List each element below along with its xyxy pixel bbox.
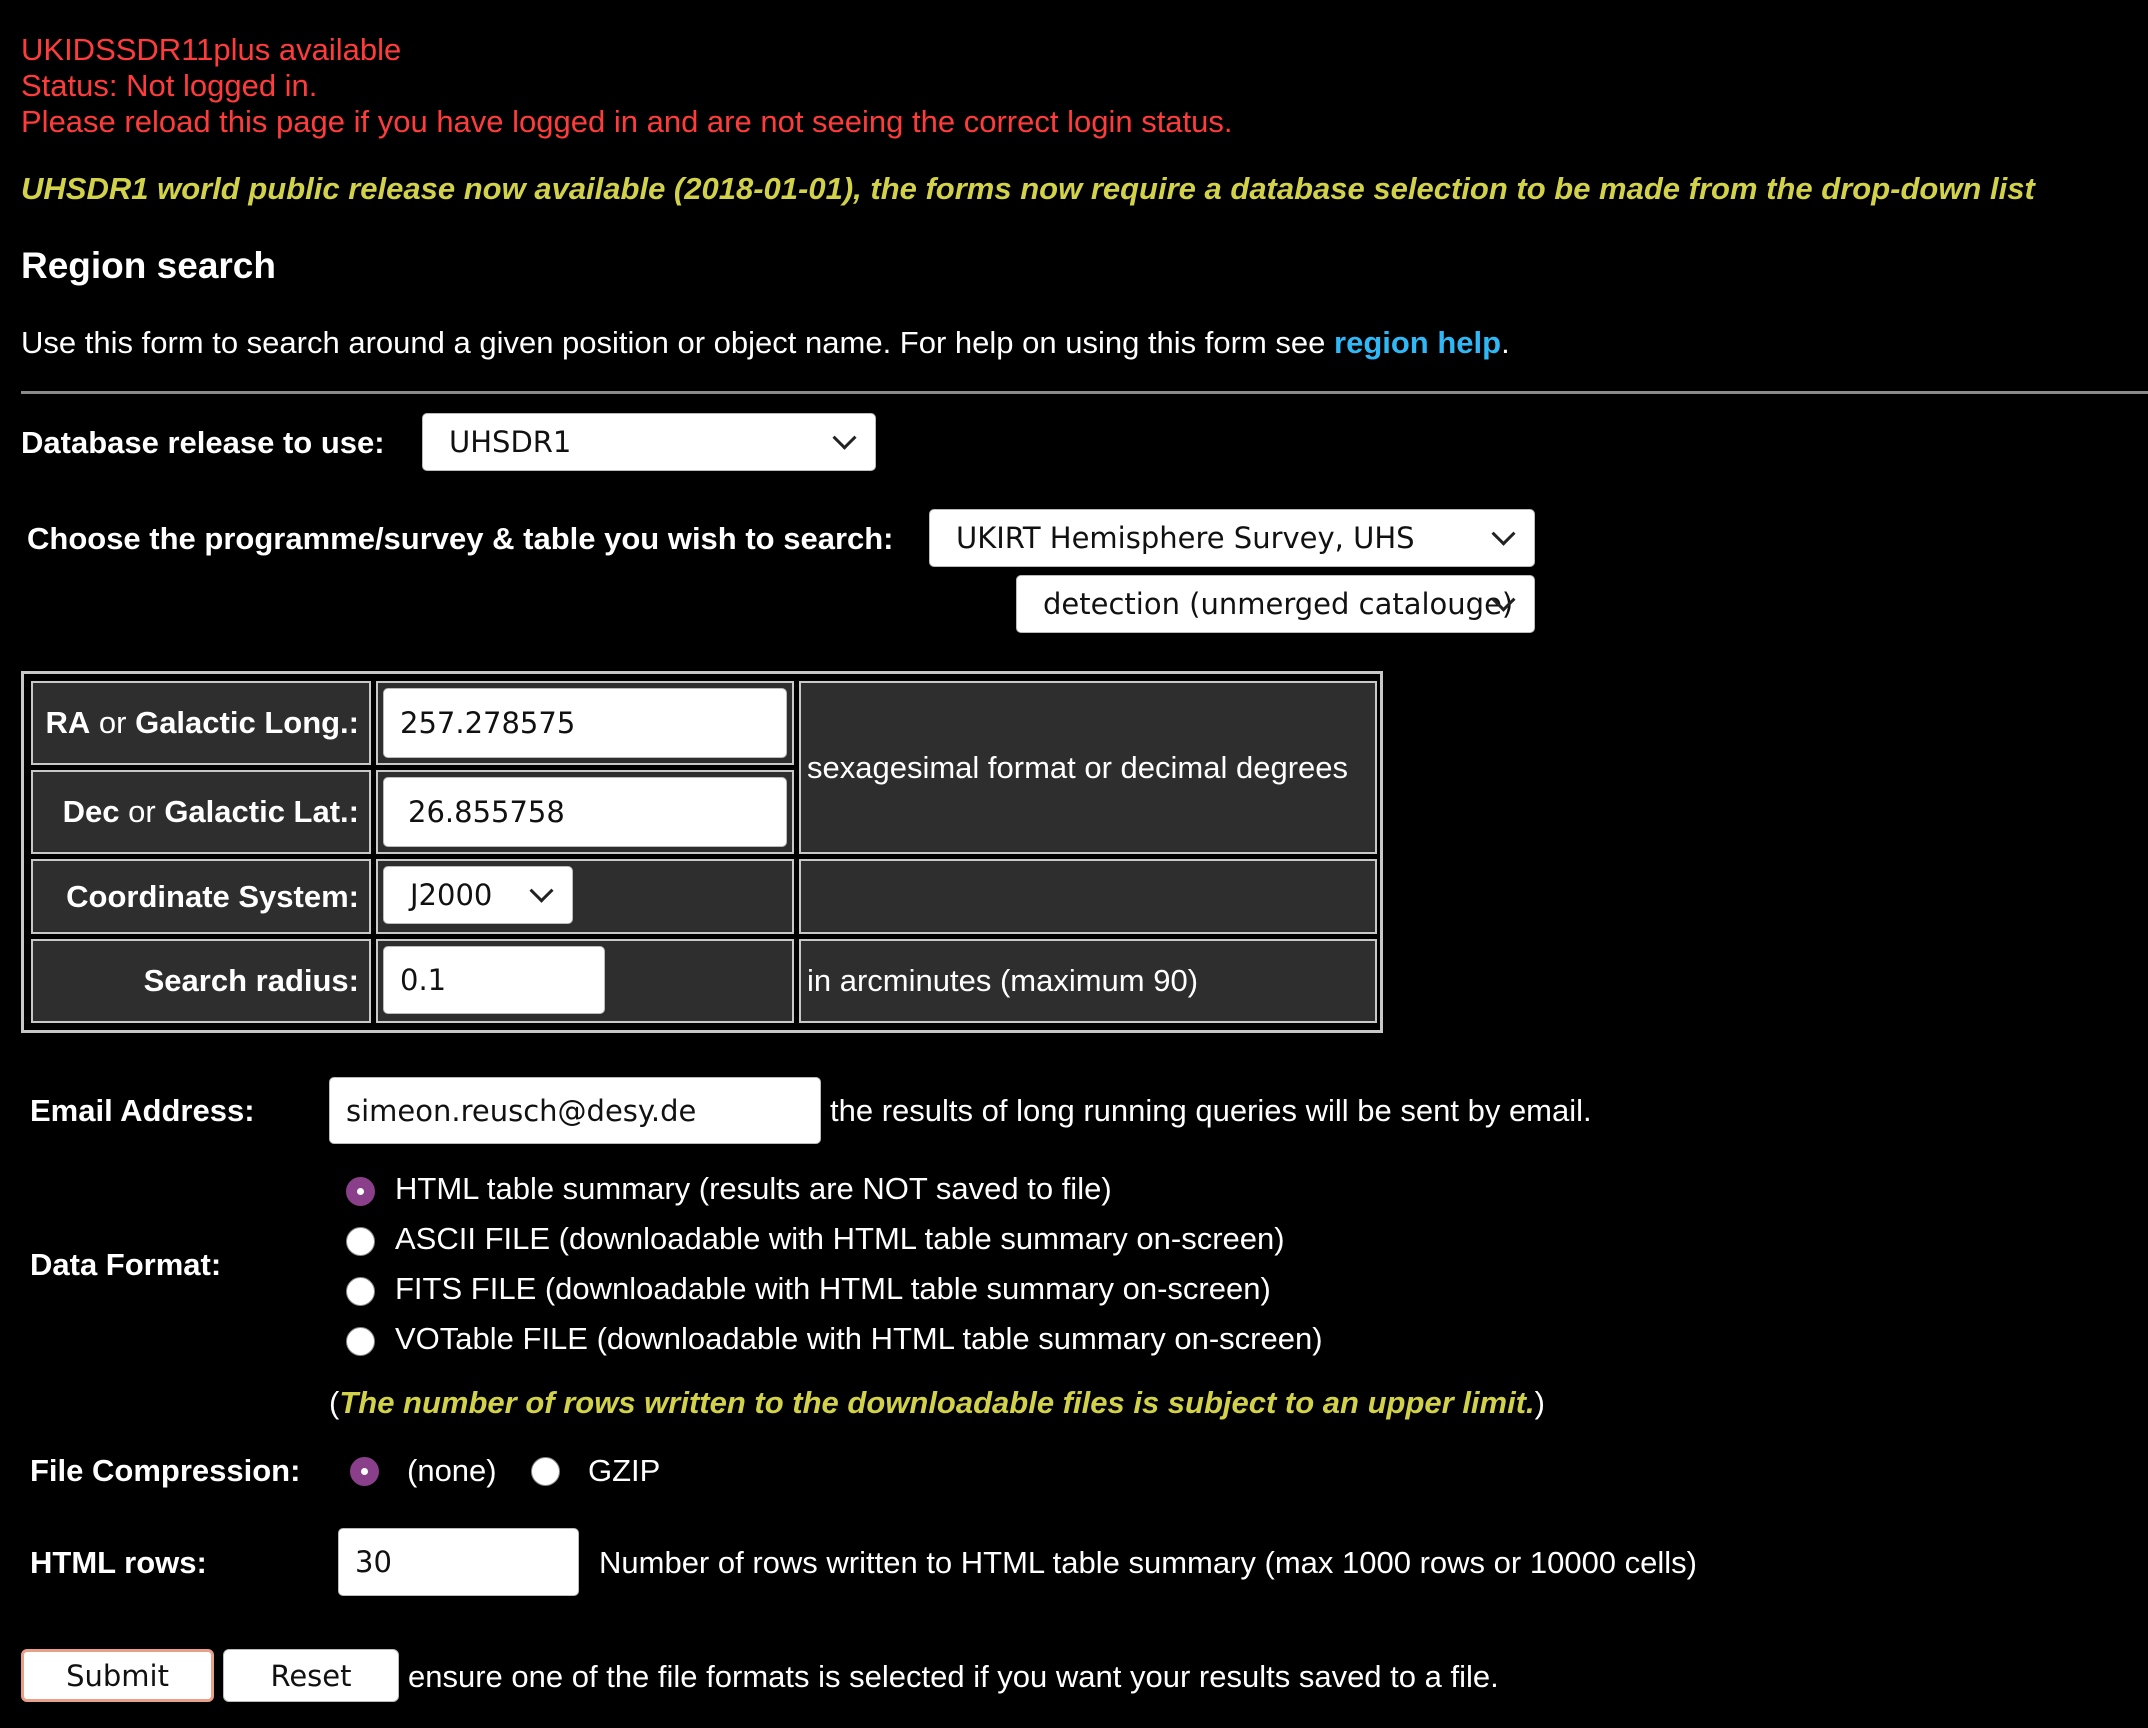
ra-label-cell: RA or Galactic Long.: — [31, 681, 371, 765]
email-field[interactable]: simeon.reusch@desy.de — [329, 1077, 821, 1144]
data-format-option-ascii: ASCII FILE (downloadable with HTML table… — [395, 1221, 1285, 1256]
chevron-down-icon — [529, 878, 554, 903]
status-login: Status: Not logged in. — [21, 68, 318, 103]
dec-label: Dec or Galactic Lat.: — [62, 794, 359, 829]
radius-note: in arcminutes (maximum 90) — [807, 963, 1199, 998]
data-format-option-fits: FITS FILE (downloadable with HTML table … — [395, 1271, 1271, 1306]
release-notice: UHSDR1 world public release now availabl… — [21, 171, 2035, 206]
html-rows-value: 30 — [355, 1545, 392, 1579]
submit-note: ensure one of the file formats is select… — [408, 1659, 1499, 1694]
table-select[interactable]: detection (unmerged catalouge) — [1016, 575, 1535, 633]
radius-input-cell: 0.1 — [376, 939, 794, 1023]
data-format-radio-html[interactable] — [346, 1177, 375, 1206]
ra-input[interactable]: 257.278575 — [383, 688, 787, 758]
radius-label-cell: Search radius: — [31, 939, 371, 1023]
html-rows-label: HTML rows: — [30, 1545, 207, 1580]
data-format-radio-ascii[interactable] — [346, 1227, 375, 1256]
coordinate-system-select[interactable]: J2000 — [383, 866, 573, 924]
data-format-radio-votable[interactable] — [346, 1327, 375, 1356]
compression-radio-none[interactable] — [350, 1457, 379, 1486]
dec-input-cell: 26.855758 — [376, 770, 794, 854]
coordinate-system-value: J2000 — [410, 878, 493, 912]
intro-end: . — [1501, 325, 1510, 360]
ra-input-value: 257.278575 — [400, 706, 576, 740]
radius-note-cell: in arcminutes (maximum 90) — [799, 939, 1377, 1023]
ra-input-cell: 257.278575 — [376, 681, 794, 765]
page-title: Region search — [21, 245, 276, 286]
data-format-option-votable: VOTable FILE (downloadable with HTML tab… — [395, 1321, 1323, 1356]
programme-label: Choose the programme/survey & table you … — [27, 521, 894, 556]
ra-label: RA or Galactic Long.: — [45, 705, 360, 740]
html-rows-note: Number of rows written to HTML table sum… — [599, 1545, 1698, 1580]
compression-option-gzip: GZIP — [588, 1453, 661, 1488]
database-label: Database release to use: — [21, 425, 385, 460]
data-format-radio-fits[interactable] — [346, 1277, 375, 1306]
compression-radio-gzip[interactable] — [531, 1457, 560, 1486]
dec-label-cell: Dec or Galactic Lat.: — [31, 770, 371, 854]
database-select[interactable]: UHSDR1 — [422, 413, 876, 471]
reset-button[interactable]: Reset — [223, 1649, 399, 1702]
chevron-down-icon — [832, 425, 857, 450]
table-select-value: detection (unmerged catalouge) — [1043, 587, 1514, 621]
submit-button[interactable]: Submit — [21, 1649, 214, 1702]
email-note: the results of long running queries will… — [830, 1093, 1592, 1128]
radius-label: Search radius: — [143, 963, 359, 998]
dec-input[interactable]: 26.855758 — [383, 777, 787, 847]
email-field-value: simeon.reusch@desy.de — [346, 1093, 697, 1128]
database-select-value: UHSDR1 — [449, 425, 572, 459]
divider — [21, 391, 2148, 394]
survey-select[interactable]: UKIRT Hemisphere Survey, UHS — [929, 509, 1535, 567]
format-note-cell: sexagesimal format or decimal degrees — [799, 681, 1377, 854]
email-label: Email Address: — [30, 1093, 255, 1128]
format-note: sexagesimal format or decimal degrees — [807, 749, 1349, 785]
intro-paragraph: Use this form to search around a given p… — [21, 325, 1510, 361]
status-reload-hint: Please reload this page if you have logg… — [21, 104, 1233, 139]
system-empty-cell — [799, 859, 1377, 934]
dec-input-value: 26.855758 — [408, 795, 565, 829]
coordinates-table: RA or Galactic Long.: 257.278575 Dec or … — [21, 671, 1383, 1033]
html-rows-input[interactable]: 30 — [338, 1528, 579, 1596]
compression-label: File Compression: — [30, 1453, 301, 1488]
system-label-cell: Coordinate System: — [31, 859, 371, 934]
survey-select-value: UKIRT Hemisphere Survey, UHS — [956, 521, 1415, 555]
compression-option-none: (none) — [407, 1453, 497, 1488]
system-label: Coordinate System: — [66, 878, 359, 914]
search-radius-value: 0.1 — [400, 963, 447, 997]
data-format-option-html: HTML table summary (results are NOT save… — [395, 1171, 1112, 1206]
status-availability: UKIDSSDR11plus available — [21, 32, 402, 67]
region-help-link[interactable]: region help — [1334, 325, 1501, 360]
intro-text: Use this form to search around a given p… — [21, 325, 1335, 360]
system-select-cell: J2000 — [376, 859, 794, 934]
download-limit-note: (The number of rows written to the downl… — [329, 1385, 1545, 1420]
search-radius-input[interactable]: 0.1 — [383, 946, 605, 1014]
chevron-down-icon — [1491, 521, 1516, 546]
data-format-label: Data Format: — [30, 1247, 222, 1282]
